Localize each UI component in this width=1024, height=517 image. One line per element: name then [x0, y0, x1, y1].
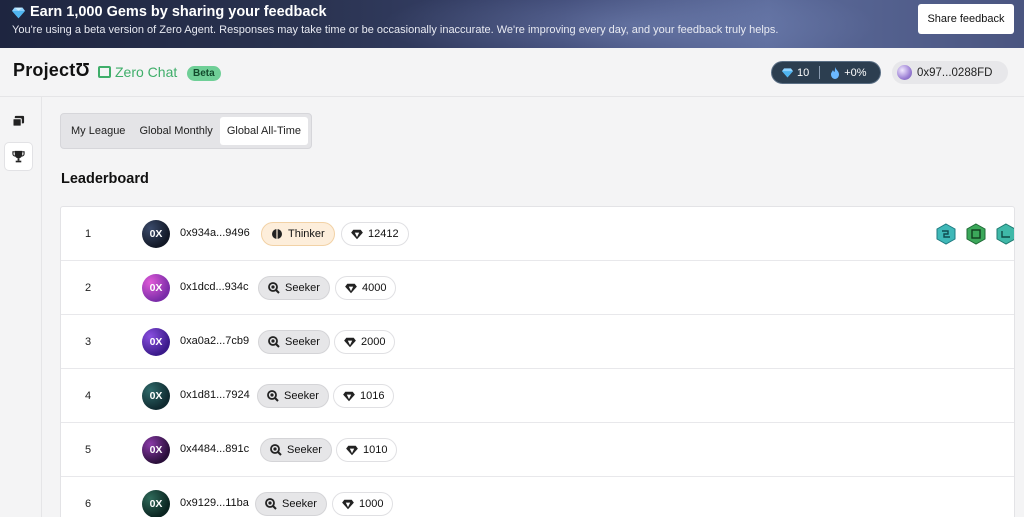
- gem-icon: [12, 7, 25, 18]
- flame-icon: [831, 66, 840, 79]
- wallet-address: 0xa0a2...7cb9: [180, 335, 250, 347]
- gems-value: 2000: [361, 336, 386, 348]
- gems-value: 12412: [368, 228, 399, 240]
- zero-chat-label: Zero Chat: [115, 64, 178, 80]
- table-row[interactable]: 3 0X 0xa0a2...7cb9 Seeker 2000: [61, 315, 1014, 369]
- brain-icon: [272, 229, 282, 239]
- rank-badge: Seeker: [258, 330, 330, 354]
- gems-count-value: 10: [797, 66, 810, 79]
- achievement-icon[interactable]: [965, 223, 987, 245]
- gems-badge: 12412: [341, 222, 409, 246]
- leaderboard-nav-button[interactable]: [4, 142, 33, 171]
- stats-pill[interactable]: 10 +0%: [771, 61, 881, 84]
- boost-value-text: +0%: [844, 66, 867, 79]
- rank-badge: Seeker: [257, 384, 329, 408]
- rank: 5: [85, 444, 92, 456]
- chats-icon: [12, 115, 25, 127]
- wallet-address: 0x1dcd...934c: [180, 281, 249, 293]
- gem-icon: [342, 499, 354, 509]
- rank-badge: Thinker: [261, 222, 335, 246]
- tab-global-monthly[interactable]: Global Monthly: [132, 117, 219, 145]
- gems-badge: 1000: [332, 492, 394, 516]
- avatar: 0X: [142, 328, 170, 356]
- feedback-banner: Earn 1,000 Gems by sharing your feedback…: [0, 0, 1024, 48]
- rank: 3: [85, 336, 92, 348]
- wallet-pill[interactable]: 0x97...0288FD: [892, 61, 1008, 84]
- wallet-address: 0x97...0288FD: [917, 66, 993, 79]
- trophy-icon: [12, 150, 25, 163]
- banner-title-text: Earn 1,000 Gems by sharing your feedback: [30, 4, 327, 20]
- rank: 6: [85, 498, 92, 510]
- rank: 4: [85, 390, 92, 402]
- avatar: 0X: [142, 274, 170, 302]
- search-icon: [267, 390, 279, 402]
- project-logo[interactable]: ProjectƱ: [13, 60, 90, 81]
- table-row[interactable]: 1 0X 0x934a...9496 Thinker 12412: [61, 207, 1015, 261]
- table-row[interactable]: 4 0X 0x1d81...7924 Seeker 1016: [61, 369, 1014, 423]
- avatar: 0X: [142, 436, 170, 464]
- search-icon: [268, 282, 280, 294]
- chats-nav-button[interactable]: [4, 107, 33, 136]
- search-icon: [265, 498, 277, 510]
- gem-icon: [345, 283, 357, 293]
- gems-value: 1016: [360, 390, 385, 402]
- rank-badge-label: Seeker: [282, 498, 317, 510]
- rank: 1: [85, 228, 92, 240]
- gem-icon: [351, 229, 363, 239]
- gems-count: 10: [772, 67, 819, 79]
- rank-badge-label: Seeker: [287, 444, 322, 456]
- avatar: 0X: [142, 220, 170, 248]
- table-row[interactable]: 2 0X 0x1dcd...934c Seeker 4000: [61, 261, 1014, 315]
- rank-badge-label: Seeker: [284, 390, 319, 402]
- gem-icon: [344, 337, 356, 347]
- avatar: 0X: [142, 490, 170, 517]
- wallet-address: 0x934a...9496: [180, 227, 250, 239]
- wallet-avatar: [897, 65, 912, 80]
- leaderboard-tabs: My League Global Monthly Global All-Time: [60, 113, 312, 149]
- gems-value: 4000: [362, 282, 387, 294]
- table-row[interactable]: 5 0X 0x4484...891c Seeker 1010: [61, 423, 1014, 477]
- gems-value: 1010: [363, 444, 388, 456]
- gem-icon: [346, 445, 358, 455]
- rank-badge: Seeker: [260, 438, 332, 462]
- gem-icon: [782, 68, 793, 78]
- rank-badge: Seeker: [258, 276, 330, 300]
- gems-badge: 2000: [334, 330, 396, 354]
- boost-value: +0%: [820, 66, 876, 79]
- achievement-icon[interactable]: [935, 223, 957, 245]
- wallet-address: 0x1d81...7924: [180, 389, 250, 401]
- leaderboard-table: 1 0X 0x934a...9496 Thinker 12412 2 0X 0x…: [60, 206, 1015, 517]
- rank-badge-label: Thinker: [288, 228, 325, 240]
- achievement-icon[interactable]: [995, 223, 1015, 245]
- avatar: 0X: [142, 382, 170, 410]
- tab-global-all-time[interactable]: Global All-Time: [219, 117, 308, 145]
- gems-badge: 1010: [336, 438, 398, 462]
- gems-value: 1000: [359, 498, 384, 510]
- zero-chat-link[interactable]: Zero Chat: [98, 64, 177, 80]
- rank-badge: Seeker: [255, 492, 327, 516]
- gem-icon: [343, 391, 355, 401]
- top-header: ProjectƱ Zero Chat Beta 10 +0% 0x97...02…: [0, 48, 1024, 97]
- beta-badge: Beta: [187, 66, 221, 81]
- rank: 2: [85, 282, 92, 294]
- rank-badge-label: Seeker: [285, 336, 320, 348]
- wallet-address: 0x9129...11ba: [180, 497, 249, 509]
- search-icon: [270, 444, 282, 456]
- share-feedback-button[interactable]: Share feedback: [918, 4, 1014, 34]
- gems-badge: 4000: [335, 276, 397, 300]
- chat-icon: [98, 66, 111, 78]
- rank-badge-label: Seeker: [285, 282, 320, 294]
- banner-title: Earn 1,000 Gems by sharing your feedback: [12, 4, 327, 20]
- left-sidebar: [0, 97, 42, 517]
- wallet-address: 0x4484...891c: [180, 443, 250, 455]
- tab-my-league[interactable]: My League: [64, 117, 132, 145]
- search-icon: [268, 336, 280, 348]
- leaderboard-title: Leaderboard: [61, 171, 149, 187]
- banner-subtitle: You're using a beta version of Zero Agen…: [12, 24, 779, 36]
- table-row[interactable]: 6 0X 0x9129...11ba Seeker 1000: [61, 477, 1014, 517]
- gems-badge: 1016: [333, 384, 395, 408]
